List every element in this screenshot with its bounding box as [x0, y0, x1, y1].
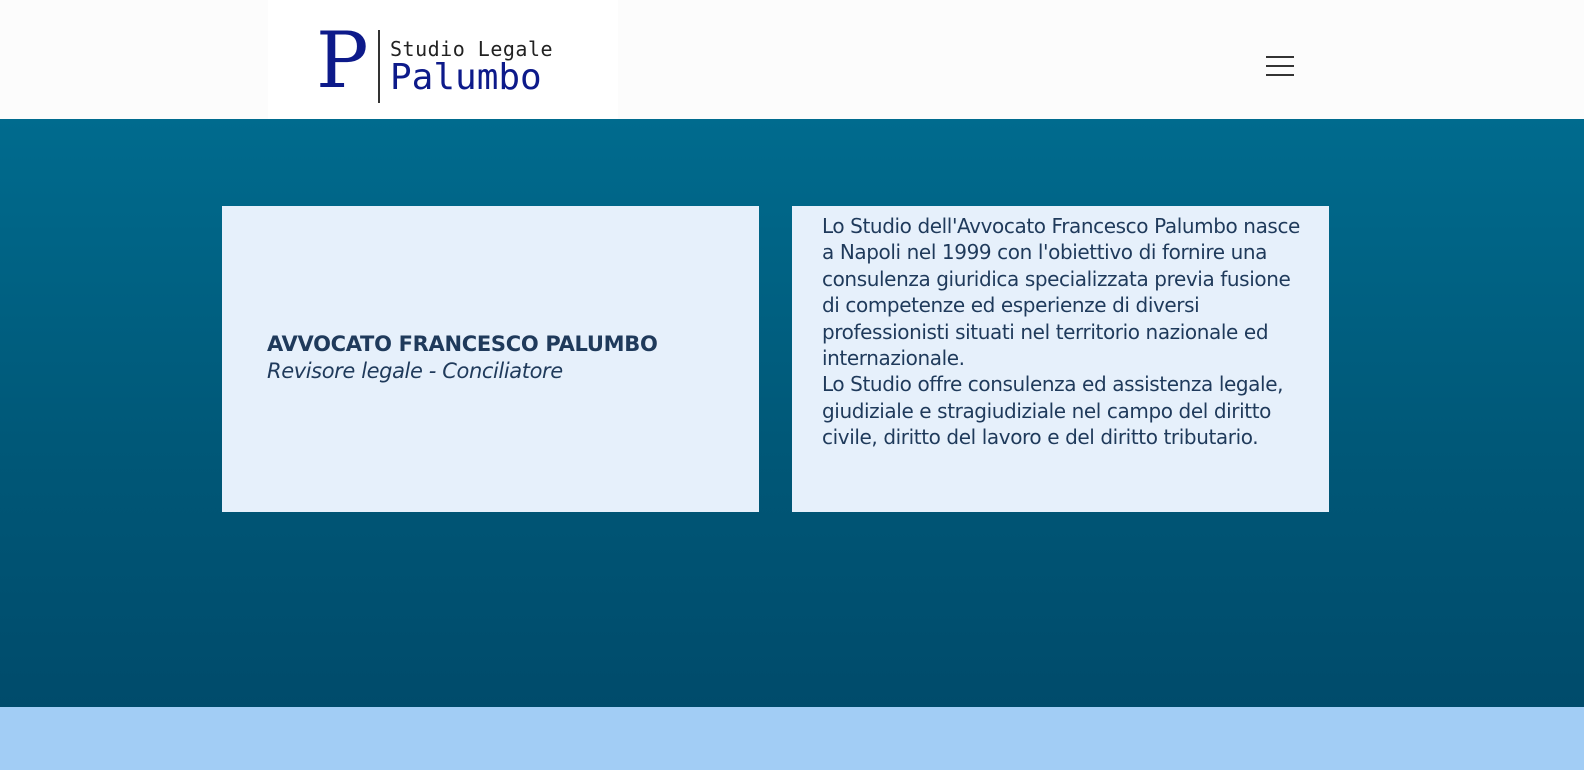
hamburger-menu-icon[interactable] [1264, 53, 1296, 79]
logo-divider [378, 30, 380, 103]
footer-band [0, 707, 1584, 770]
menu-bar-middle [1266, 65, 1294, 67]
logo-text-palumbo: Palumbo [390, 57, 542, 98]
lawyer-role: Revisore legale - Conciliatore [267, 359, 563, 383]
menu-bar-top [1266, 56, 1294, 58]
menu-bar-bottom [1266, 74, 1294, 76]
site-logo[interactable]: P Studio Legale Palumbo [268, 0, 618, 119]
lawyer-name: AVVOCATO FRANCESCO PALUMBO [267, 332, 658, 356]
logo-monogram: P [316, 16, 369, 106]
intro-paragraph-1: Lo Studio dell'Avvocato Francesco Palumb… [822, 214, 1300, 371]
intro-paragraph-2: Lo Studio offre consulenza ed assistenza… [822, 372, 1284, 450]
intro-text: Lo Studio dell'Avvocato Francesco Palumb… [822, 213, 1302, 451]
intro-card: Lo Studio dell'Avvocato Francesco Palumb… [792, 206, 1329, 512]
site-header: P Studio Legale Palumbo [0, 0, 1584, 119]
profile-card: AVVOCATO FRANCESCO PALUMBO Revisore lega… [222, 206, 759, 512]
